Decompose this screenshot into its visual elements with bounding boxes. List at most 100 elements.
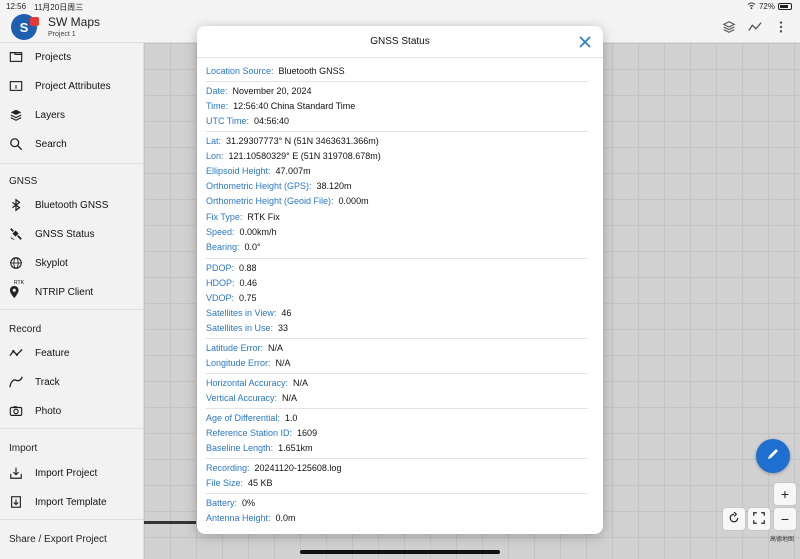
minus-icon: − [780, 511, 790, 527]
status-row: Fix Type: RTK Fix [206, 212, 280, 226]
sidebar-divider [0, 428, 143, 429]
status-label: Orthometric Height (GPS): [206, 181, 312, 191]
sidebar-item-layers[interactable]: Layers [0, 102, 143, 128]
status-value: 121.10580329° E (51N 319708.678m) [228, 151, 381, 161]
folder-icon [8, 49, 24, 65]
sidebar-item-ntrip-client[interactable]: RTK NTRIP Client [0, 279, 143, 305]
sidebar-item-label: Import Project [35, 467, 98, 479]
status-value: 0.75 [239, 293, 257, 303]
sidebar-item-feature[interactable]: Feature [0, 340, 143, 366]
sidebar-item-gnss-status[interactable]: GNSS Status [0, 221, 143, 247]
status-value: 45 KB [248, 478, 273, 488]
status-label: Satellites in Use: [206, 323, 274, 333]
gnss-status-dialog: GNSS Status Location Source: Bluetooth GN… [197, 26, 603, 534]
dialog-body: Location Source: Bluetooth GNSS Date: Novem… [206, 58, 588, 534]
section-divider [206, 408, 588, 409]
map-scale-bar [144, 521, 196, 524]
status-row: Antenna Height: 0.0m [206, 513, 296, 527]
status-value: RTK Fix [247, 212, 280, 222]
sidebar-section-gnss: GNSS [9, 176, 38, 187]
status-value: 47.007m [275, 166, 311, 176]
section-divider [206, 131, 588, 132]
zoom-in-button[interactable]: + [774, 483, 796, 505]
app-title: SW Maps [48, 15, 101, 29]
zoom-out-button[interactable]: − [774, 508, 796, 530]
status-value: 0% [242, 498, 256, 508]
status-row: Date: November 20, 2024 [206, 86, 312, 100]
sidebar-item-search[interactable]: Search [0, 131, 143, 157]
status-value: 46 [281, 308, 292, 318]
status-value: 0.000m [338, 196, 369, 206]
status-row: Ellipsoid Height: 47.007m [206, 166, 311, 180]
import-template-icon [8, 494, 24, 510]
status-value: 12:56:40 China Standard Time [233, 101, 356, 111]
home-indicator[interactable] [300, 550, 500, 554]
sidebar-item-label: Track [35, 376, 60, 388]
sidebar-section-record: Record [9, 324, 42, 335]
status-row: Speed: 0.00km/h [206, 227, 277, 241]
status-row: Bearing: 0.0° [206, 242, 261, 256]
sidebar-item-import-project[interactable]: Import Project [0, 460, 143, 486]
status-row: Latitude Error: N/A [206, 343, 283, 357]
status-label: HDOP: [206, 278, 235, 288]
status-row: Battery: 0% [206, 498, 255, 512]
section-divider [206, 373, 588, 374]
status-value: 31.29307773° N (51N 3463631.366m) [226, 136, 379, 146]
sidebar-item-project-attributes[interactable]: Project Attributes [0, 73, 143, 99]
battery-percent: 72% [758, 2, 775, 11]
status-value: 0.0° [244, 242, 261, 252]
status-label: Lat: [206, 136, 222, 146]
sidebar-section-share-export[interactable]: Share / Export Project [9, 534, 107, 545]
status-label: UTC Time: [206, 116, 250, 126]
status-label: Recording: [206, 463, 250, 473]
status-label: Date: [206, 86, 228, 96]
sidebar-item-label: Skyplot [35, 257, 68, 269]
sidebar-item-photo[interactable]: Photo [0, 398, 143, 424]
status-label: File Size: [206, 478, 244, 488]
status-label: Age of Differential: [206, 413, 280, 423]
layers-icon[interactable] [722, 20, 736, 39]
dialog-title: GNSS Status [370, 36, 430, 47]
sidebar-item-label: Feature [35, 347, 70, 359]
more-vert-icon[interactable] [774, 20, 788, 39]
status-label: Battery: [206, 498, 238, 508]
rotate-reset-button[interactable] [723, 508, 745, 530]
wifi-icon [747, 2, 756, 11]
status-right: 72% [747, 2, 792, 11]
status-row: PDOP: 0.88 [206, 263, 257, 277]
status-value: 04:56:40 [254, 116, 290, 126]
pencil-icon [765, 446, 781, 467]
bluetooth-icon [8, 197, 24, 213]
status-row: Satellites in View: 46 [206, 308, 291, 322]
status-row: HDOP: 0.46 [206, 278, 257, 292]
battery-icon [778, 3, 792, 10]
close-icon[interactable] [577, 34, 593, 50]
status-label: Bearing: [206, 242, 240, 252]
status-value: N/A [293, 378, 309, 388]
status-time: 12:56 [6, 2, 27, 11]
sidebar-item-projects[interactable]: Projects [0, 44, 143, 70]
status-row: Lon: 121.10580329° E (51N 319708.678m) [206, 151, 381, 165]
status-value: 0.46 [239, 278, 258, 288]
status-value: 20241120-125608.log [254, 463, 342, 473]
fullscreen-button[interactable] [748, 508, 770, 530]
sidebar-item-label: NTRIP Client [35, 286, 94, 298]
status-label: Antenna Height: [206, 513, 271, 523]
status-label: Speed: [206, 227, 235, 237]
sidebar-item-import-template[interactable]: Import Template [0, 489, 143, 515]
status-row: VDOP: 0.75 [206, 293, 257, 307]
sidebar-item-bluetooth-gnss[interactable]: Bluetooth GNSS [0, 192, 143, 218]
sidebar-item-track[interactable]: Track [0, 369, 143, 395]
sidebar-item-label: Photo [35, 405, 62, 417]
polyline-icon [8, 345, 24, 361]
chart-line-icon[interactable] [748, 20, 762, 39]
sidebar-item-label: Search [35, 138, 67, 150]
sidebar-item-label: Layers [35, 109, 66, 121]
edit-fab-button[interactable] [756, 439, 790, 473]
sidebar-item-label: Projects [35, 51, 72, 63]
header-actions [722, 20, 788, 39]
status-value: 1.0 [284, 413, 298, 423]
status-label: PDOP: [206, 263, 235, 273]
status-label: Lon: [206, 151, 224, 161]
sidebar-item-skyplot[interactable]: Skyplot [0, 250, 143, 276]
